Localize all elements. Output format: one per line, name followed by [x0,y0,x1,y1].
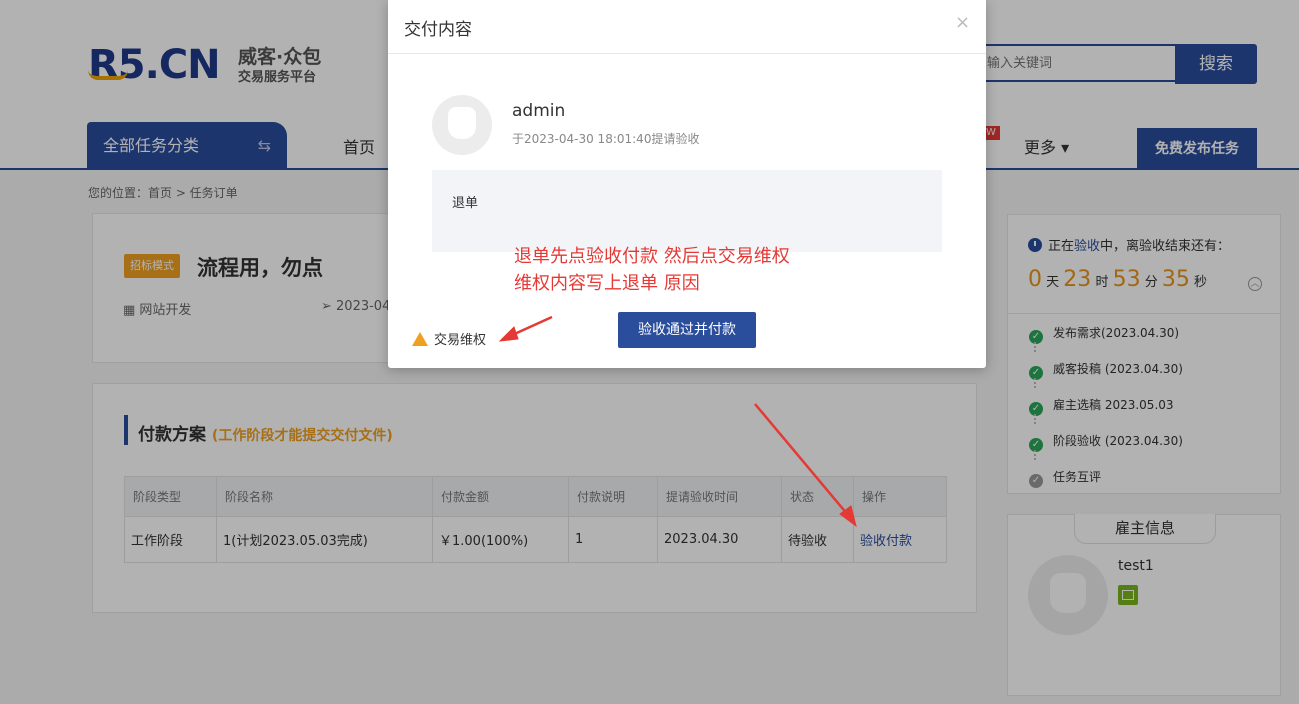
modal-header: 交付内容 × [388,0,986,54]
annotation-line: 退单先点验收付款 然后点交易维权 [514,246,790,267]
delivery-content: 退单 [432,170,942,252]
delivery-modal: 交付内容 × admin 于2023-04-30 18:01:40提请验收 退单… [388,0,986,368]
dispute-link[interactable]: 交易维权 [412,329,486,348]
avatar [432,95,492,155]
modal-username: admin [512,101,566,121]
warning-icon [412,332,428,346]
close-icon[interactable]: × [955,12,970,33]
cat-avatar-icon [448,107,476,139]
accept-and-pay-button[interactable]: 验收通过并付款 [618,312,756,348]
modal-request-time: 于2023-04-30 18:01:40提请验收 [512,132,700,146]
dispute-label: 交易维权 [434,333,487,348]
red-annotation: 退单先点验收付款 然后点交易维权 维权内容写上退单 原因 [514,243,790,297]
delivery-content-text: 退单 [452,196,479,211]
modal-title: 交付内容 [404,20,472,40]
annotation-line: 维权内容写上退单 原因 [514,273,700,294]
